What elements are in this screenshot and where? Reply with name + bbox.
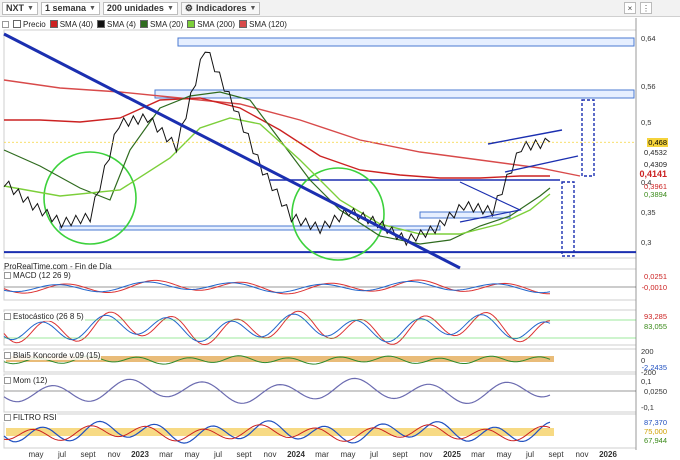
macd-value: -0,0010 [641,283,667,292]
macd-value: 0,0251 [644,272,667,281]
mom-tick: -0,1 [641,403,654,412]
projection-box [561,181,575,257]
x-axis-label: jul [369,450,379,459]
x-axis-label: jul [57,450,67,459]
x-axis-label: sept [548,450,564,459]
price-value: 0,4141 [639,169,667,179]
price-value: 0,3894 [644,190,667,199]
projection-box [581,99,595,177]
x-axis-label: nov [575,450,589,459]
sma20-line [3,91,551,245]
rsi-value: 67,944 [644,436,667,445]
x-axis-label: jul [525,450,535,459]
channel-line [504,155,579,173]
stoch-d-line [3,313,551,343]
checkbox-icon[interactable] [4,414,11,421]
stoch-value: 93,285 [644,312,667,321]
rsi-label-text: FILTRO RSI [13,413,57,422]
price-tick: 0,35 [641,208,656,217]
mom-label-text: Mom (12) [13,376,48,385]
sub-panel-frame [3,309,637,346]
x-axis-label: may [184,450,200,459]
x-axis-label: sept [392,450,408,459]
x-axis-label: sept [236,450,252,459]
x-axis-label: sept [80,450,96,459]
x-axis-label: may [340,450,356,459]
price-zone-box [177,37,635,47]
koncorde-label-text: Blai5 Koncorde v.09 (15) [13,351,101,360]
stoch-label-text: Estocástico (26 8 5) [13,312,84,321]
rsi-value: 75,000 [644,427,667,436]
mom-label[interactable]: Mom (12) [3,376,49,385]
price-tick: 0,3 [641,238,652,247]
x-axis-label: mar [471,450,485,459]
x-axis-label: 2023 [131,450,149,459]
stoch-value: 83,055 [644,322,667,331]
downtrend-line [3,32,461,270]
koncorde-label[interactable]: Blai5 Koncorde v.09 (15) [3,351,102,360]
checkbox-icon[interactable] [4,313,11,320]
sma40-line [4,97,550,179]
x-axis-label: nov [263,450,277,459]
chart-area[interactable] [0,0,680,460]
x-axis-label: 2024 [287,450,305,459]
sub-panel-frame [3,373,637,413]
x-axis-label: may [496,450,512,459]
highlight-circle [291,167,385,261]
x-axis-label: mar [159,450,173,459]
x-axis-label: 2026 [599,450,617,459]
checkbox-icon[interactable] [4,272,11,279]
x-axis-label: jul [213,450,223,459]
stoch-label[interactable]: Estocástico (26 8 5) [3,312,85,321]
macd-label[interactable]: MACD (12 26 9) [3,271,72,280]
rsi-label[interactable]: FILTRO RSI [3,413,58,422]
price-value-last: 0,468 [647,138,668,147]
koncorde-tick: -200 [641,368,657,377]
source-label: ProRealTime.com - Fin de Día [4,262,112,271]
checkbox-icon[interactable] [4,377,11,384]
price-tick: 0,5 [641,118,652,127]
price-tick: 0,56 [641,82,656,91]
macd-label-text: MACD (12 26 9) [13,271,71,280]
mom-tick: 0,1 [641,377,652,386]
price-tick: 0,64 [641,34,656,43]
mom-value: 0,0250 [644,387,667,396]
koncorde-tick: 200 [641,347,654,356]
x-axis-label: nov [419,450,433,459]
rsi-value: 87,370 [644,418,667,427]
price-value: 0,4532 [644,148,667,157]
stoch-k-line [3,310,551,346]
checkbox-icon[interactable] [4,352,11,359]
price-value: 0,4309 [644,160,667,169]
x-axis-label: nov [107,450,121,459]
price-panel-frame [3,29,637,259]
x-axis-label: mar [315,450,329,459]
x-axis-label: 2025 [443,450,461,459]
x-axis-label: may [28,450,44,459]
